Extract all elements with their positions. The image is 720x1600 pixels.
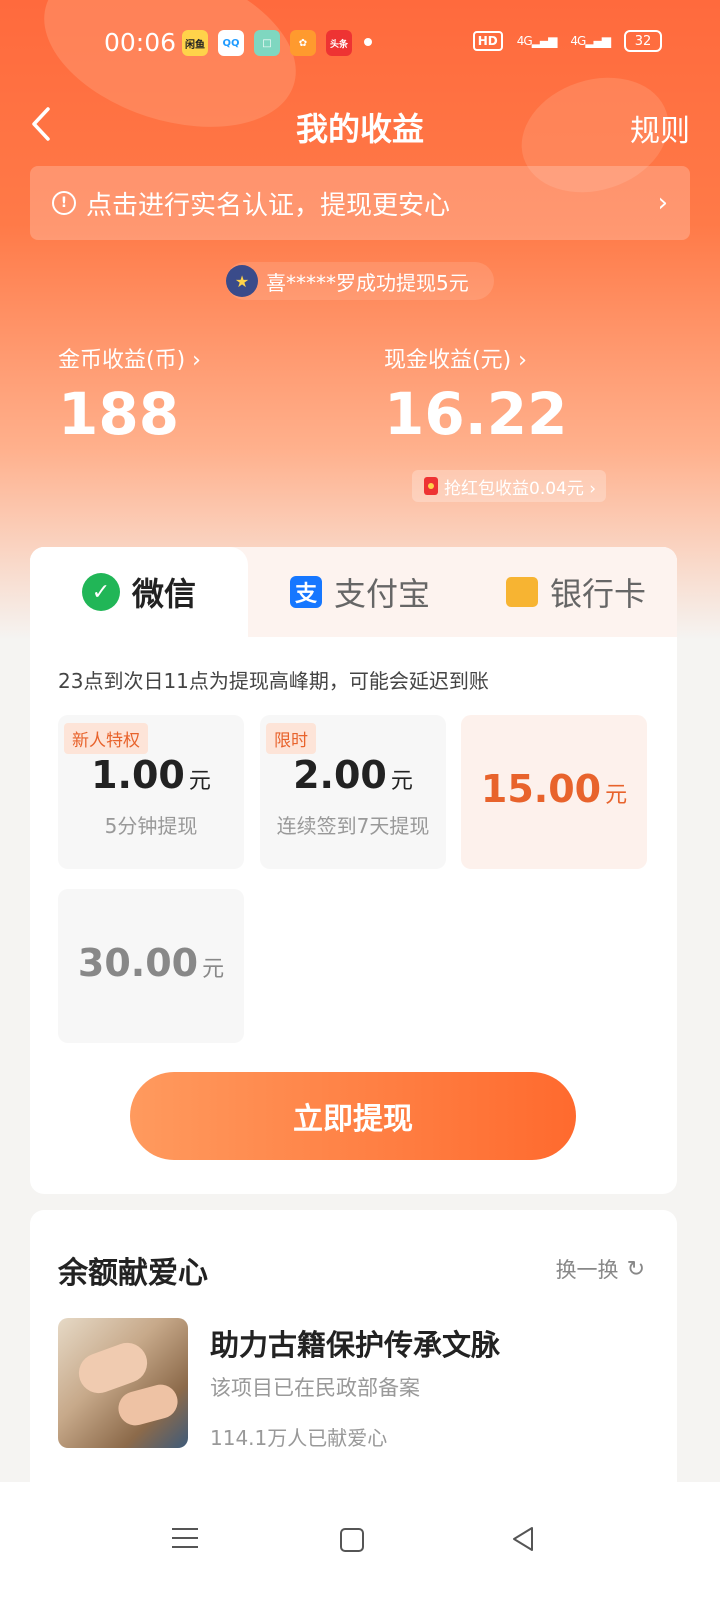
back-triangle-icon[interactable] — [508, 1524, 538, 1554]
red-packet-icon — [424, 477, 438, 495]
tab-wechat[interactable]: ✓ 微信 — [82, 567, 196, 617]
status-time: 00:06 — [104, 28, 177, 57]
option-amount: 30.00 元 — [77, 941, 225, 985]
red-packet-text: 抢红包收益0.04元 › — [444, 478, 597, 499]
project-title[interactable]: 助力古籍保护传承文脉 — [210, 1322, 500, 1364]
swap-button[interactable]: 换一换 ↻ — [556, 1254, 645, 1284]
amount-option-3[interactable]: 15.00 元 — [461, 715, 647, 869]
option-subtitle: 连续签到7天提现 — [276, 814, 430, 838]
info-icon: ! — [52, 191, 76, 215]
project-thumbnail[interactable] — [58, 1318, 188, 1448]
coins-earnings-value: 188 — [58, 380, 180, 448]
tab-label: 支付宝 — [334, 575, 431, 613]
app-icon: □ — [254, 30, 280, 56]
tab-label: 银行卡 — [550, 575, 647, 613]
system-nav-bar — [0, 1482, 720, 1600]
status-bar: 00:06 闲鱼 QQ □ ✿ 头条 HD 4G▂▄▆ 4G▂▄▆ 32 — [0, 0, 720, 88]
bank-card-icon — [506, 577, 538, 607]
verification-notice[interactable]: ! 点击进行实名认证，提现更安心 › — [30, 166, 690, 240]
rules-link[interactable]: 规则 — [630, 106, 690, 150]
option-tag: 限时 — [266, 723, 316, 754]
red-packet-earnings[interactable]: 抢红包收益0.04元 › — [412, 470, 606, 502]
battery-icon: 32 — [624, 30, 662, 52]
payment-tabs: ✓ 微信 支 支付宝 银行卡 — [30, 547, 677, 637]
coins-earnings-label[interactable]: 金币收益(币) › — [58, 342, 201, 374]
status-indicators: HD 4G▂▄▆ 4G▂▄▆ 32 — [472, 30, 662, 52]
ticker-text: 喜*****罗成功提现5元 — [266, 270, 469, 295]
amount-option-1[interactable]: 新人特权 1.00 元 5分钟提现 — [58, 715, 244, 869]
signal-icon: 4G▂▄▆ — [516, 34, 558, 48]
alipay-icon: 支 — [290, 576, 322, 608]
app-icon: ✿ — [290, 30, 316, 56]
home-icon[interactable] — [340, 1528, 364, 1552]
donation-card: 余额献爱心 换一换 ↻ 助力古籍保护传承文脉 该项目已在民政部备案 114.1万… — [30, 1210, 677, 1510]
cash-earnings-label[interactable]: 现金收益(元) › — [384, 342, 527, 374]
option-tag: 新人特权 — [64, 723, 148, 754]
avatar: ★ — [226, 265, 258, 297]
page-header: 我的收益 规则 — [0, 96, 720, 156]
hd-icon: HD — [472, 31, 503, 51]
option-amount: 2.00 元 — [293, 753, 413, 797]
peak-time-notice: 23点到次日11点为提现高峰期，可能会延迟到账 — [58, 669, 489, 693]
option-subtitle: 5分钟提现 — [104, 814, 198, 838]
wechat-icon: ✓ — [82, 573, 120, 611]
option-amount: 1.00 元 — [91, 753, 211, 797]
cash-earnings-value: 16.22 — [384, 380, 568, 448]
menu-icon[interactable] — [172, 1524, 202, 1554]
amount-option-2[interactable]: 限时 2.00 元 连续签到7天提现 — [260, 715, 446, 869]
status-app-icons: 闲鱼 QQ □ ✿ 头条 — [182, 30, 352, 56]
thumb-detail — [114, 1380, 182, 1430]
project-subtitle: 该项目已在民政部备案 — [210, 1376, 420, 1400]
notification-dot — [364, 38, 372, 46]
amount-option-4[interactable]: 30.00 元 — [58, 889, 244, 1043]
page-title: 我的收益 — [295, 110, 424, 148]
chevron-right-icon: › — [657, 188, 668, 218]
swap-label: 换一换 — [555, 1258, 619, 1282]
project-donor-count: 114.1万人已献爱心 — [210, 1426, 388, 1450]
donation-heading: 余额献爱心 — [58, 1256, 208, 1291]
option-amount: 15.00 元 — [480, 767, 628, 811]
withdraw-card: ✓ 微信 支 支付宝 银行卡 23点到次日11点为提现高峰期，可能会延迟到账 新… — [30, 547, 677, 1194]
toutiao-app-icon: 头条 — [326, 30, 352, 56]
tab-bank-card[interactable]: 银行卡 — [506, 567, 646, 617]
tab-label: 微信 — [132, 575, 197, 613]
xianyu-app-icon: 闲鱼 — [182, 30, 208, 56]
qq-app-icon: QQ — [218, 30, 244, 56]
notice-text: 点击进行实名认证，提现更安心 — [86, 190, 451, 221]
withdraw-ticker: ★ 喜*****罗成功提现5元 — [226, 262, 494, 300]
signal-icon: 4G▂▄▆ — [570, 34, 611, 48]
withdraw-now-button[interactable]: 立即提现 — [130, 1072, 576, 1160]
tab-alipay[interactable]: 支 支付宝 — [290, 567, 430, 617]
refresh-icon: ↻ — [626, 1256, 645, 1282]
